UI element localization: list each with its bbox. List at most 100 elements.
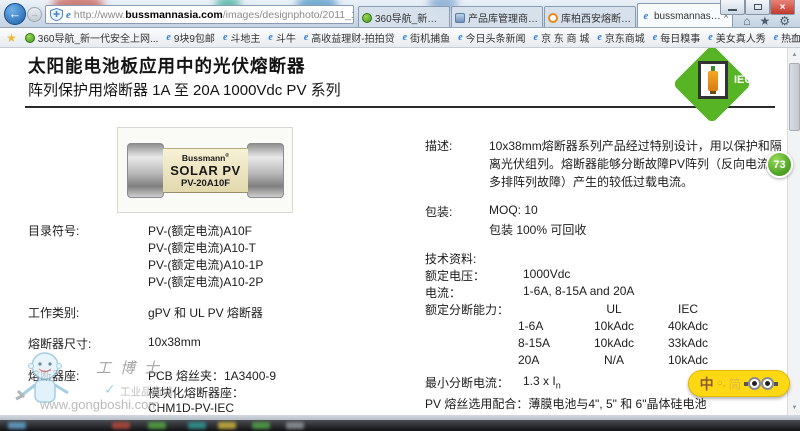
bookmarks-overflow-chevron[interactable]: » — [791, 31, 797, 43]
gear-icon[interactable]: ⚙ — [779, 15, 790, 28]
table-cell: 40kAdc — [653, 318, 723, 335]
current-value: 1-6A, 8-15A and 20A — [523, 284, 634, 298]
minimize-icon — [728, 9, 737, 11]
ie-icon: e — [774, 32, 778, 43]
bookmark-label: 京 东 商 城 — [541, 30, 589, 45]
taskbar-icon[interactable] — [148, 422, 166, 429]
restore-button[interactable] — [745, 0, 770, 15]
ie-icon: e — [223, 32, 227, 43]
holder-line: 模块化熔断器座： — [148, 384, 244, 401]
ime-mode-chinese[interactable]: 中 — [700, 374, 714, 394]
taskbar-icon[interactable] — [252, 422, 270, 429]
bookmark-item[interactable]: e街机捕鱼 — [403, 30, 450, 45]
bookmark-item[interactable]: 360导航_新一代安全上网... — [25, 30, 159, 45]
tab-360-nav[interactable]: 360导航_新一代安全上... — [358, 6, 450, 28]
table-row: 20A N/A 10kAdc — [518, 352, 723, 369]
site-ie-icon: e — [66, 9, 71, 21]
bookmark-item[interactable]: e今日头条新闻 — [458, 30, 525, 45]
fuse-model: PV-20A10F — [181, 178, 230, 189]
table-cell: 33kAdc — [653, 335, 723, 352]
360-icon — [362, 13, 372, 23]
current-label: 电流： — [425, 284, 461, 301]
scrollbar[interactable]: ▲ ▼ — [787, 48, 800, 415]
minion-goggles-icon[interactable] — [744, 377, 778, 390]
fuse-series: SOLAR PV — [170, 163, 240, 178]
page-subtitle: 阵列保护用熔断器 1A 至 20A 1000Vdc PV 系列 — [28, 79, 341, 100]
tab-product-center[interactable]: 产品库管理商务中心 [... — [451, 6, 543, 28]
scroll-up-icon[interactable]: ▲ — [788, 48, 800, 62]
bookmark-item[interactable]: e每日糗事 — [653, 30, 700, 45]
ime-simplified[interactable]: 简 — [728, 374, 741, 393]
holder-label: 熔断器座: — [28, 367, 79, 384]
bookmark-item[interactable]: e9块9包邮 — [166, 30, 215, 45]
address-bar[interactable]: e http://www. bussmannasia.com /images/d… — [45, 5, 354, 24]
back-button[interactable]: ← — [4, 3, 26, 25]
home-icon[interactable]: ⌂ — [743, 15, 750, 28]
ie-icon: e — [304, 32, 308, 43]
fuse-body-label: Bussmann® SOLAR PV PV-20A10F — [163, 148, 248, 193]
ie-icon: e — [166, 32, 170, 43]
iec-logo-text: IEC — [734, 74, 752, 86]
bookmark-item[interactable]: e京 东 商 城 — [534, 30, 590, 45]
breaking-capacity-table: UL IEC 1-6A 10kAdc 40kAdc 8-15A 10kAdc 3… — [518, 301, 723, 369]
breaking-label: 额定分断能力： — [425, 301, 509, 318]
close-button[interactable]: × — [770, 0, 795, 15]
desc-text: 10x38mm熔断器系列产品经过特别设计，用以保护和隔离光伏组列。熔断器能够分断… — [489, 137, 791, 191]
speed-score-badge[interactable]: 73 — [766, 151, 793, 178]
ime-toolbar[interactable]: 中 ○, 简 — [688, 370, 790, 397]
table-cell: 10kAdc — [575, 318, 653, 335]
min-current-label: 最小分断电流： — [425, 374, 509, 391]
pack-label: 包装: — [425, 203, 452, 220]
tab-label: bussmannasia.com — [654, 11, 721, 22]
table-cell: 10kAdc — [575, 335, 653, 352]
favorites-icon[interactable]: ★ — [759, 15, 770, 28]
size-value: 10x38mm — [148, 335, 201, 349]
windows-taskbar — [0, 420, 800, 431]
taskbar-icon[interactable] — [112, 422, 130, 429]
bookmark-item[interactable]: e 美女真人秀 — [708, 30, 765, 45]
minimize-button[interactable] — [720, 0, 745, 15]
bookmark-label: 斗牛 — [276, 30, 296, 45]
tab-cooper-xian[interactable]: 库柏西安熔断器有限公... — [544, 6, 636, 28]
fuse-end-cap-left — [127, 143, 164, 198]
goggle-eye — [748, 377, 761, 390]
ie-icon: e — [458, 32, 462, 43]
security-shield-icon[interactable] — [49, 8, 64, 21]
bookmark-label: 美女真人秀 — [716, 30, 766, 45]
taskbar-icon[interactable] — [8, 422, 26, 429]
catalog-item: PV-(额定电流)A10-1P — [148, 256, 263, 273]
ie-icon: e — [534, 32, 538, 43]
taskbar-icon[interactable] — [286, 422, 304, 429]
catalog-item: PV-(额定电流)A10F — [148, 222, 252, 239]
scroll-down-icon[interactable]: ▼ — [788, 401, 800, 415]
ie-icon: e — [708, 32, 712, 43]
bookmark-item[interactable]: e斗地主 — [223, 30, 260, 45]
product-photo: Bussmann® SOLAR PV PV-20A10F — [117, 127, 293, 213]
voltage-value: 1000Vdc — [523, 267, 570, 281]
table-cell: 1-6A — [518, 318, 575, 335]
scrollbar-thumb[interactable] — [789, 63, 800, 131]
tab-label: 360导航_新一代安全上... — [375, 10, 446, 25]
bookmark-item[interactable]: e斗牛 — [268, 30, 295, 45]
taskbar-icon[interactable] — [188, 422, 206, 429]
ime-punct[interactable]: ○, — [717, 378, 726, 389]
bookmark-item[interactable]: e高收益理财-拍拍贷 — [304, 30, 395, 45]
class-value: gPV 和 UL PV 熔断器 — [148, 304, 263, 321]
url-domain: bussmannasia.com — [125, 9, 222, 21]
table-header — [518, 301, 575, 318]
favorites-star-icon[interactable]: ★ — [6, 31, 17, 45]
bookmark-label: 每日糗事 — [660, 30, 700, 45]
bookmark-label: 街机捕鱼 — [410, 30, 450, 45]
desc-label: 描述: — [425, 137, 452, 154]
table-row: 1-6A 10kAdc 40kAdc — [518, 318, 723, 335]
taskbar-icon[interactable] — [218, 422, 236, 429]
tab-bussmannasia-active[interactable]: e bussmannasia.com × — [637, 3, 733, 28]
browser-titlebar: ← → e http://www. bussmannasia.com /imag… — [0, 0, 800, 28]
page-content: 太阳能电池板应用中的光伏熔断器 阵列保护用熔断器 1A 至 20A 1000Vd… — [0, 48, 800, 415]
quick-icons: ⌂ ★ ⚙ — [743, 15, 790, 28]
table-cell: 10kAdc — [653, 352, 723, 369]
forward-button[interactable]: → — [27, 7, 42, 22]
class-label: 工作类别: — [28, 304, 79, 321]
table-row: 8-15A 10kAdc 33kAdc — [518, 335, 723, 352]
bookmark-item[interactable]: e京东商城 — [597, 30, 644, 45]
